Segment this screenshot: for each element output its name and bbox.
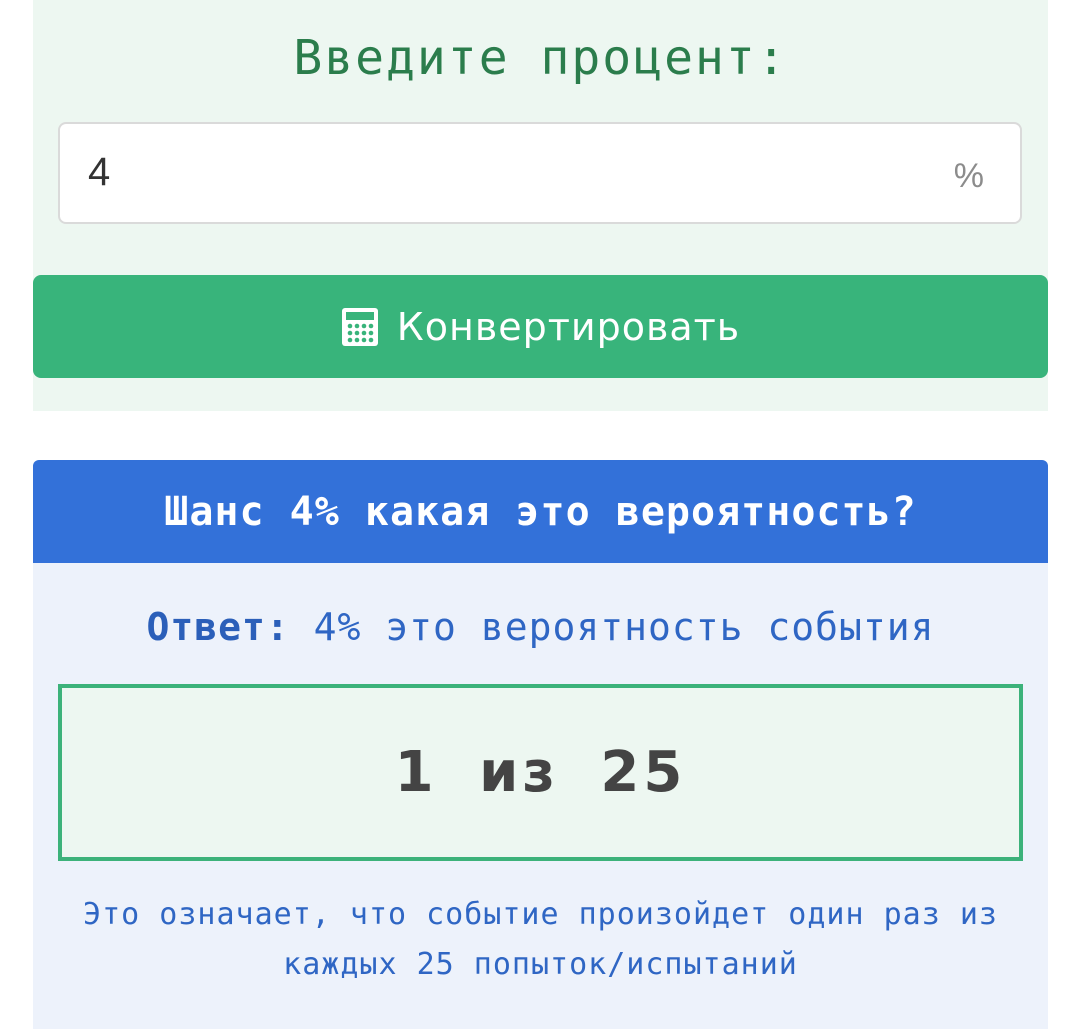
percent-suffix: % <box>953 157 984 195</box>
calculator-icon <box>341 307 378 346</box>
explanation-text: Это означает, что событие произойдет оди… <box>83 897 998 982</box>
convert-button[interactable]: Конвертировать <box>33 275 1048 378</box>
percent-input-value[interactable]: 4 <box>88 150 110 195</box>
converter-panel: Введите процент: 4 % Конвертировать <box>33 0 1048 411</box>
ratio-result: 1 из 25 <box>58 684 1023 861</box>
result-heading: Шанс 4% какая это вероятность? <box>33 460 1048 563</box>
answer-text: 4% это вероятность события <box>313 605 935 649</box>
answer-line: Ответ: 4% это вероятность события <box>33 605 1048 649</box>
answer-prefix: Ответ: <box>146 605 290 649</box>
percent-label: Введите процент: <box>293 30 788 86</box>
percent-input[interactable]: 4 % <box>58 122 1022 224</box>
convert-button-label: Конвертировать <box>396 304 741 349</box>
result-card: Шанс 4% какая это вероятность? Ответ: 4%… <box>33 460 1048 1029</box>
